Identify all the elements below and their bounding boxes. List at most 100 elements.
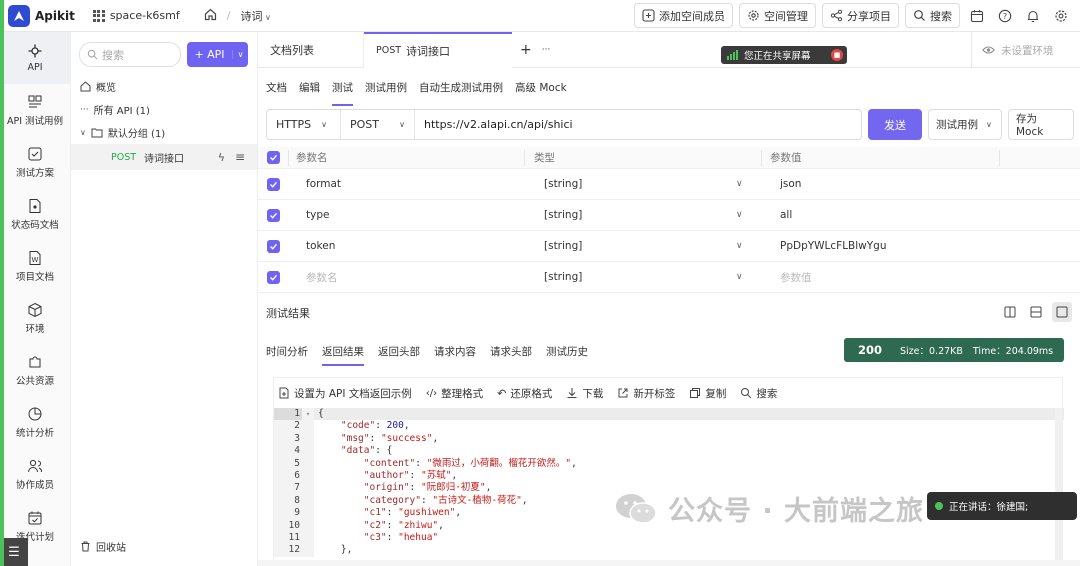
download-button[interactable]: 下载 (566, 386, 603, 401)
format-button[interactable]: ‹/› 整理格式 (426, 386, 483, 401)
settings-icon[interactable] (1050, 5, 1072, 27)
test-case-dropdown[interactable]: 测试用例 ∨ (928, 109, 1002, 140)
chevron-down-icon[interactable]: ∨ (736, 272, 743, 282)
chevron-down-icon[interactable]: ∨ (80, 128, 86, 137)
select-all-checkbox[interactable] (267, 151, 280, 164)
single-panel-icon[interactable] (1052, 302, 1072, 322)
help-icon[interactable]: ? (994, 5, 1016, 27)
project-selector[interactable]: 诗词 ∨ (240, 8, 270, 24)
chevron-down-icon[interactable]: ∨ (736, 241, 743, 251)
nav-item-public-resources[interactable]: 公共资源 (0, 344, 70, 396)
subtab-doc[interactable]: 文档 (266, 68, 287, 106)
param-type[interactable]: [string] (544, 240, 582, 252)
code-scrollbar[interactable] (1055, 408, 1062, 566)
tree-item-overview[interactable]: 概览 (71, 75, 257, 98)
tree-item-all-api[interactable]: ··· 所有 API (1) (71, 98, 257, 121)
nav-item-environment[interactable]: 环境 (0, 292, 70, 344)
code-line: 1 ▾ { (274, 408, 1064, 421)
app-logo[interactable]: Apikit (8, 4, 75, 27)
param-type[interactable]: [string] (544, 271, 582, 283)
param-name-input[interactable]: 参数名 (306, 270, 338, 285)
nav-item-members[interactable]: 协作成员 (0, 448, 70, 500)
result-tab-request-body[interactable]: 请求内容 (434, 336, 476, 366)
recycle-bin[interactable]: 回收站 (71, 539, 126, 554)
method-select[interactable]: POST ∨ (341, 110, 415, 139)
add-member-button[interactable]: 添加空间成员 (634, 3, 733, 28)
breadcrumb: / 诗词 ∨ (204, 8, 271, 24)
result-tab-request-headers[interactable]: 请求头部 (490, 336, 532, 366)
param-value[interactable]: PpDpYWLcFLBlwYgu (780, 240, 887, 252)
menu-icon[interactable]: ☰ (0, 538, 28, 566)
result-tab-history[interactable]: 测试历史 (546, 336, 588, 366)
param-name[interactable]: type (306, 209, 329, 221)
chevron-down-icon[interactable]: ∨ (232, 50, 248, 59)
subtab-test[interactable]: 测试 (332, 68, 353, 106)
add-tab-button[interactable]: + (512, 32, 540, 68)
nav-item-test-case[interactable]: API 测试用例 (0, 84, 70, 136)
param-value[interactable]: json (780, 178, 801, 190)
lightning-icon[interactable]: ϟ (218, 151, 225, 164)
tab-poem-api[interactable]: POST 诗词接口 (364, 31, 512, 68)
row-checkbox[interactable] (267, 270, 280, 284)
tree-search-input[interactable]: 搜索 (79, 42, 181, 67)
subtab-test-case[interactable]: 测试用例 (365, 68, 407, 106)
bell-icon[interactable] (1022, 5, 1044, 27)
row-checkbox[interactable] (267, 208, 280, 222)
result-tab-response-headers[interactable]: 返回头部 (378, 336, 420, 366)
environment-selector[interactable]: 未设置环境 (971, 32, 1080, 68)
url-input[interactable]: https://v2.alapi.cn/api/shici (415, 118, 573, 131)
result-tab-timing[interactable]: 时间分析 (266, 336, 308, 366)
restore-format-button[interactable]: ↶ 还原格式 (497, 386, 552, 401)
project-doc-icon: W (27, 250, 43, 266)
send-button[interactable]: 发送 (868, 109, 922, 140)
nav-item-project-doc[interactable]: W 项目文档 (0, 240, 70, 292)
split-vertical-icon[interactable] (1000, 302, 1020, 322)
save-mock-button[interactable]: 存为 Mock (1008, 109, 1074, 140)
tree-item-group[interactable]: ∨ 默认分组 (1) (71, 121, 257, 144)
param-name[interactable]: format (306, 178, 341, 190)
horizontal-scrollbar[interactable] (258, 560, 1080, 566)
body-search-button[interactable]: 搜索 (740, 386, 777, 401)
nav-item-test-plan[interactable]: 测试方案 (0, 136, 70, 188)
stop-share-icon[interactable]: ■ (831, 49, 843, 61)
share-project-button[interactable]: 分享项目 (822, 3, 899, 28)
menu-icon[interactable]: ≡ (235, 150, 245, 164)
download-icon (567, 388, 577, 398)
space-manage-button[interactable]: 空间管理 (739, 3, 816, 28)
calendar-icon[interactable] (966, 5, 988, 27)
nav-item-statistics[interactable]: 统计分析 (0, 396, 70, 448)
more-tabs-button[interactable]: ··· (540, 32, 553, 68)
response-code-editor[interactable]: 1 ▾{2 "code": 200, 3 "msg": "success", 4 "d… (274, 408, 1064, 566)
open-tab-button[interactable]: 新开标签 (617, 386, 675, 401)
tab-doc-list-label: 文档列表 (270, 43, 314, 57)
subtab-mock[interactable]: 高级 Mock (515, 68, 567, 106)
subtab-edit[interactable]: 编辑 (299, 68, 320, 106)
copy-button[interactable]: 复制 (689, 386, 726, 401)
subtab-auto-test-case[interactable]: 自动生成测试用例 (419, 68, 503, 106)
row-checkbox[interactable] (267, 177, 280, 191)
param-type[interactable]: [string] (544, 209, 582, 221)
param-name[interactable]: token (306, 240, 335, 252)
protocol-select[interactable]: HTTPS ∨ (267, 110, 341, 139)
nav-item-api[interactable]: API (0, 32, 70, 84)
set-example-button[interactable]: 设置为 API 文档返回示例 (278, 386, 412, 401)
home-icon[interactable] (204, 8, 217, 24)
tab-doc-list[interactable]: 文档列表 (258, 31, 364, 68)
add-api-button[interactable]: + API ∨ (187, 42, 248, 67)
split-horizontal-icon[interactable] (1026, 302, 1046, 322)
fold-icon[interactable]: ▾ (302, 408, 314, 421)
code-text: "msg": "success", (340, 432, 439, 444)
nav-item-status-doc[interactable]: 状态码文档 (0, 188, 70, 240)
param-value[interactable]: all (780, 209, 792, 221)
result-tab-response[interactable]: 返回结果 (322, 336, 364, 366)
space-selector[interactable]: space-k6smf (92, 9, 180, 22)
tree-item-selected-api[interactable]: POST 诗词接口 ϟ ≡ (71, 144, 257, 170)
param-type[interactable]: [string] (544, 178, 582, 190)
param-value-input[interactable]: 参数值 (780, 270, 812, 285)
row-checkbox[interactable] (267, 239, 280, 253)
left-navigation: API API 测试用例 测试方案 状态码文档 W 项目文档 环境 公共资源 统… (0, 32, 71, 566)
chevron-down-icon[interactable]: ∨ (736, 179, 743, 189)
top-search-button[interactable]: 搜索 (905, 3, 960, 28)
chevron-down-icon[interactable]: ∨ (736, 210, 743, 220)
test-case-icon (27, 94, 43, 110)
